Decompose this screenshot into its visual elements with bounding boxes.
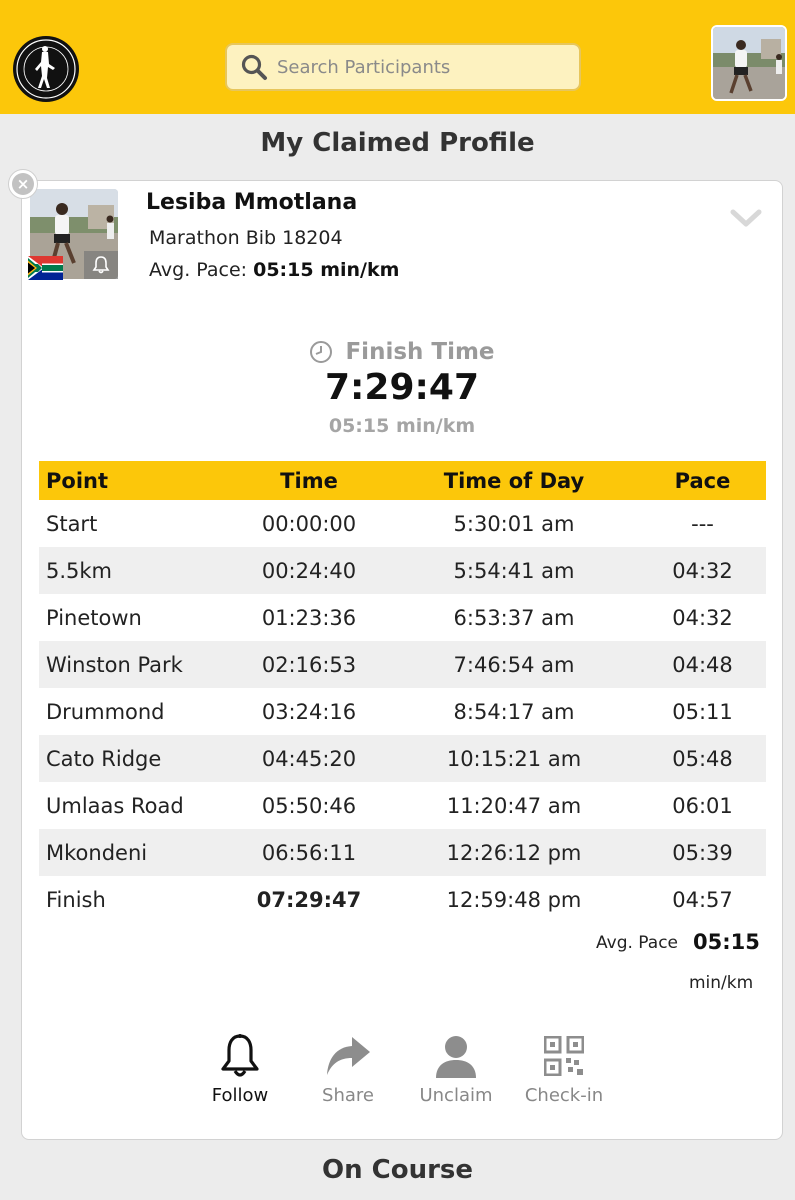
checkin-button[interactable]: Check-in	[514, 1033, 614, 1106]
split-time: 02:16:53	[229, 641, 389, 688]
close-icon[interactable]: ×	[8, 169, 38, 199]
table-row: Pinetown 01:23:36 6:53:37 am 04:32	[39, 594, 766, 641]
top-bar	[0, 0, 795, 114]
table-row: Cato Ridge 04:45:20 10:15:21 am 05:48	[39, 735, 766, 782]
split-time: 03:24:16	[261, 699, 357, 724]
checkin-label: Check-in	[524, 1085, 604, 1106]
table-row: Mkondeni 06:56:11 12:26:12 pm 05:39	[39, 829, 766, 876]
split-time-of-day: 5:30:01 am	[453, 511, 575, 536]
col-header-point: Point	[39, 461, 229, 500]
col-header-time: Time	[229, 461, 389, 500]
avg-pace-value: 05:15 min/km	[253, 259, 400, 281]
split-time: 06:56:11	[229, 829, 389, 876]
search-icon	[239, 52, 269, 82]
split-time: 07:29:47	[256, 887, 362, 912]
split-point: Umlaas Road	[46, 793, 184, 818]
user-avatar[interactable]	[711, 25, 787, 101]
summary-avg-pace-value: 05:15	[693, 930, 760, 954]
club-logo-icon[interactable]	[13, 36, 79, 102]
split-pace: 04:32	[639, 547, 766, 594]
split-time-of-day: 11:20:47 am	[446, 793, 582, 818]
col-header-pace: Pace	[639, 461, 766, 500]
split-pace: 05:48	[639, 735, 766, 782]
qr-code-icon	[514, 1033, 614, 1079]
split-point: Drummond	[46, 699, 165, 724]
table-row: Finish 07:29:47 12:59:48 pm 04:57	[39, 876, 766, 923]
splits-header-row: Point Time Time of Day Pace	[39, 461, 766, 500]
split-point: Pinetown	[46, 605, 142, 630]
bell-icon	[190, 1033, 290, 1079]
table-row: 5.5km 00:24:40 5:54:41 am 04:32	[39, 547, 766, 594]
split-pace: 04:48	[639, 641, 766, 688]
split-point: Finish	[46, 887, 106, 912]
splits-table: Point Time Time of Day Pace Start 00:00:…	[39, 461, 766, 923]
share-label: Share	[322, 1085, 374, 1106]
split-time: 00:24:40	[229, 547, 389, 594]
share-icon	[298, 1033, 398, 1079]
notification-bell-icon[interactable]	[84, 251, 118, 279]
split-pace: 06:01	[672, 793, 733, 818]
split-pace: 05:11	[672, 699, 733, 724]
summary-avg-pace-label: Avg. Pace	[596, 933, 679, 953]
split-time-of-day: 10:15:21 am	[389, 735, 639, 782]
split-point: Cato Ridge	[39, 735, 229, 782]
participant-bib: Marathon Bib 18204	[149, 227, 343, 249]
search-bar[interactable]	[225, 43, 581, 91]
finish-time: 7:29:47	[324, 367, 480, 408]
follow-button[interactable]: Follow	[190, 1033, 290, 1106]
split-pace: 04:32	[672, 605, 733, 630]
split-time: 01:23:36	[261, 605, 357, 630]
summary-avg-pace-unit: min/km	[689, 973, 754, 993]
chevron-down-icon[interactable]	[730, 209, 762, 233]
search-input[interactable]	[277, 56, 567, 78]
split-point: 5.5km	[39, 547, 229, 594]
clock-icon	[309, 340, 333, 364]
split-time: 04:45:20	[229, 735, 389, 782]
split-time-of-day: 7:46:54 am	[389, 641, 639, 688]
split-time-of-day: 8:54:17 am	[453, 699, 575, 724]
split-pace: 04:57	[672, 887, 733, 912]
split-time-of-day: 12:26:12 pm	[389, 829, 639, 876]
participant-name[interactable]: Lesiba Mmotlana	[146, 190, 357, 215]
split-point: Start	[46, 511, 98, 536]
avg-pace-label: Avg. Pace:	[149, 259, 248, 281]
split-time-of-day: 5:54:41 am	[389, 547, 639, 594]
unclaim-label: Unclaim	[419, 1085, 493, 1106]
profile-card: Lesiba Mmotlana Marathon Bib 18204 Avg. …	[21, 180, 783, 1140]
split-time: 05:50:46	[261, 793, 357, 818]
action-bar: Follow Share Unclaim Check-in	[22, 1033, 782, 1113]
split-time: 00:00:00	[261, 511, 357, 536]
split-pace: 05:39	[639, 829, 766, 876]
section-title: My Claimed Profile	[260, 128, 535, 158]
table-row: Umlaas Road 05:50:46 11:20:47 am 06:01	[39, 782, 766, 829]
split-point: Winston Park	[39, 641, 229, 688]
follow-label: Follow	[211, 1085, 269, 1106]
person-icon	[406, 1033, 506, 1079]
table-row: Start 00:00:00 5:30:01 am ---	[39, 500, 766, 547]
col-header-time-of-day: Time of Day	[389, 461, 639, 500]
split-point: Mkondeni	[39, 829, 229, 876]
split-time-of-day: 6:53:37 am	[453, 605, 575, 630]
split-pace: ---	[691, 511, 714, 536]
table-row: Drummond 03:24:16 8:54:17 am 05:11	[39, 688, 766, 735]
finish-label-text: Finish Time	[345, 339, 495, 365]
split-time-of-day: 12:59:48 pm	[446, 887, 582, 912]
finish-time-label: Finish Time	[22, 339, 782, 365]
south-africa-flag-icon	[28, 256, 63, 280]
participant-avg-pace: Avg. Pace: 05:15 min/km	[149, 259, 399, 281]
finish-pace: 05:15 min/km	[328, 415, 476, 437]
unclaim-button[interactable]: Unclaim	[406, 1033, 506, 1106]
share-button[interactable]: Share	[298, 1033, 398, 1106]
on-course-title: On Course	[321, 1155, 474, 1185]
table-row: Winston Park 02:16:53 7:46:54 am 04:48	[39, 641, 766, 688]
